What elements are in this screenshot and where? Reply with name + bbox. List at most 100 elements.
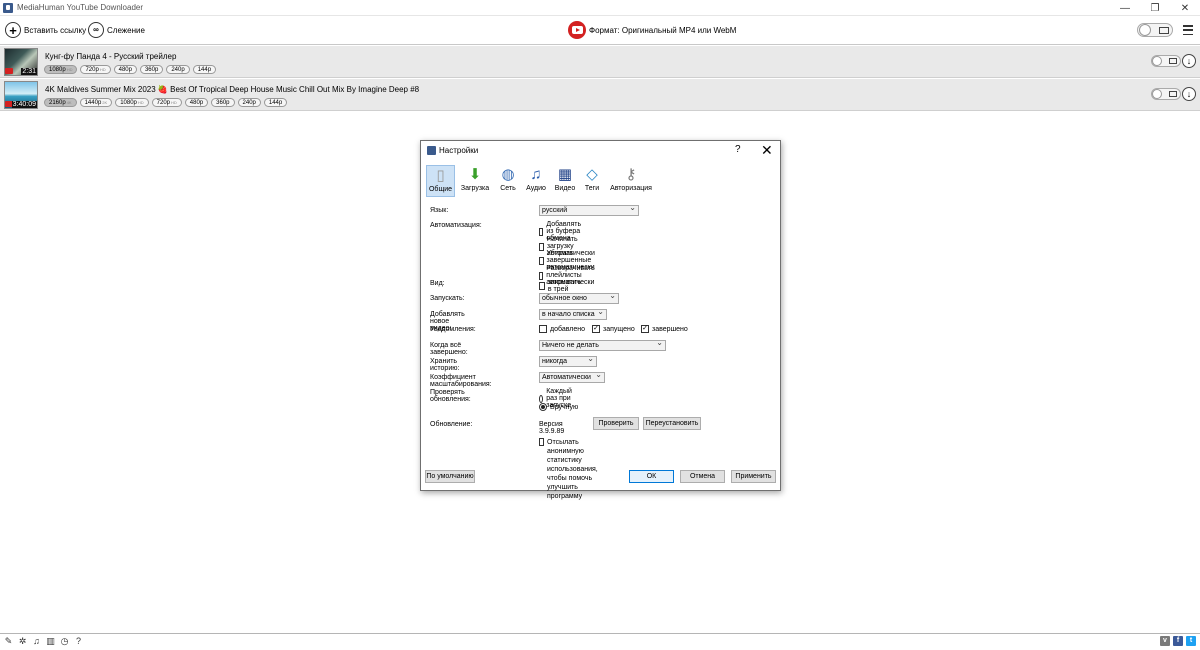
film-icon: [1169, 58, 1177, 64]
download-arrow-icon: ⬇: [468, 166, 482, 183]
film-icon: ▦: [557, 166, 573, 183]
ok-button[interactable]: ОК: [629, 470, 674, 483]
video-row[interactable]: 3:40:09 4K Maldives Summer Mix 2023 🍓 Be…: [0, 79, 1200, 111]
scale-select[interactable]: Автоматически: [539, 370, 605, 383]
folder-icon[interactable]: ▥: [46, 636, 55, 647]
quality-option[interactable]: 1440p 2K: [79, 98, 113, 107]
statistics-line: улучшить программу: [547, 484, 583, 500]
quality-list: 1080p HD 720p HD 480p 360p 240p 144p: [44, 65, 217, 74]
send-statistics-checkbox[interactable]: Отсылать анонимную статистику использова…: [539, 438, 601, 501]
scale-label: Коэффициент масштабирования:: [430, 374, 492, 388]
history-label: Хранить историю:: [430, 358, 460, 372]
automation-label: Автоматизация:: [430, 222, 482, 229]
checkbox-box: ✓: [641, 325, 649, 333]
notifications-label: Уведомления:: [430, 326, 476, 333]
twitter-icon[interactable]: t: [1186, 636, 1196, 646]
vk-icon[interactable]: v: [1160, 636, 1170, 646]
quality-option[interactable]: 1080p HD: [44, 65, 78, 74]
settings-dialog: Настройки ? ✕ ▯ Общие ⬇ Загрузка ◍ Сеть …: [420, 140, 781, 500]
tab-general[interactable]: ▯ Общие: [426, 165, 455, 197]
tab-audio[interactable]: ♫ Аудио: [525, 165, 547, 197]
quality-option[interactable]: 360p: [211, 98, 235, 107]
quality-option[interactable]: 2160p 4K: [44, 98, 77, 107]
download-button[interactable]: ↓: [1182, 54, 1196, 68]
tracking-button[interactable]: ∞ Слежение: [88, 21, 145, 39]
quality-option[interactable]: 144p: [263, 98, 288, 107]
history-select[interactable]: никогда: [539, 354, 597, 367]
tab-tags[interactable]: ◇ Теги: [583, 165, 601, 197]
reinstall-button[interactable]: Переустановить: [643, 417, 701, 430]
notify-added-checkbox[interactable]: добавлено: [539, 325, 585, 333]
restore-button[interactable]: ❐: [1140, 0, 1170, 16]
version-text: Версия 3.9.9.89: [539, 421, 565, 435]
statistics-line: использования, чтобы помочь: [547, 466, 598, 482]
settings-icon[interactable]: ✲: [18, 636, 27, 647]
close-button[interactable]: ✕: [1170, 0, 1200, 16]
row-video-toggle[interactable]: [1151, 55, 1181, 67]
tab-label: Авторизация: [610, 185, 652, 192]
check-update-button[interactable]: Проверить: [593, 417, 639, 430]
video-duration: 2:31: [21, 68, 37, 75]
statusbar-tools: ✎ ✲ ♫ ▥ ◷ ?: [4, 636, 83, 647]
radio-dot: [539, 394, 544, 403]
menu-icon[interactable]: [1183, 25, 1193, 35]
video-row[interactable]: 2:31 Кунг-фу Панда 4 - Русский трейлер 1…: [0, 46, 1200, 78]
row-video-toggle[interactable]: [1151, 88, 1181, 100]
tab-label: Теги: [584, 185, 600, 192]
keys-icon: ⚷: [625, 166, 637, 183]
quality-option[interactable]: 480p: [113, 65, 137, 74]
quality-list: 2160p 4K 1440p 2K 1080p HD 720p HD 480p 360p…: [44, 98, 288, 107]
notify-started-checkbox[interactable]: ✓ запущено: [592, 325, 635, 333]
dialog-close-button[interactable]: ✕: [761, 142, 773, 159]
minimize-tray-checkbox[interactable]: закрывать в трей: [539, 279, 583, 293]
checkbox-box: ✓: [592, 325, 600, 333]
apply-button[interactable]: Применить: [731, 470, 776, 483]
tab-authorization[interactable]: ⚷ Авторизация: [609, 165, 653, 197]
statistics-line: Отсылать анонимную статистику: [547, 439, 584, 464]
help-icon[interactable]: ?: [74, 636, 83, 647]
quality-option[interactable]: 720p HD: [151, 98, 182, 107]
when-done-label: Когда всё завершено:: [430, 342, 468, 356]
video-mode-toggle[interactable]: [1137, 23, 1173, 37]
download-button[interactable]: ↓: [1182, 87, 1196, 101]
radio-dot: [539, 403, 547, 411]
tab-label: Сеть: [500, 185, 516, 192]
checkbox-label: запущено: [603, 325, 635, 333]
checkbox-label: завершено: [652, 325, 688, 333]
paste-link-button[interactable]: + Вставить ссылку: [5, 21, 86, 39]
language-select[interactable]: русский: [539, 203, 639, 216]
quality-option[interactable]: 1080p HD: [115, 98, 149, 107]
clock-icon[interactable]: ◷: [60, 636, 69, 647]
app-icon: [427, 146, 436, 155]
quality-option[interactable]: 144p: [192, 65, 217, 74]
quality-option[interactable]: 720p HD: [80, 65, 111, 74]
checkbox-box: [539, 227, 544, 236]
view-label: Вид:: [430, 280, 445, 287]
checkbox-label: добавлено: [550, 325, 586, 333]
general-icon: ▯: [436, 167, 445, 184]
defaults-button[interactable]: По умолчанию: [425, 470, 475, 483]
when-done-select[interactable]: Ничего не делать: [539, 338, 666, 351]
quality-option[interactable]: 360p: [139, 65, 164, 74]
tab-network[interactable]: ◍ Сеть: [498, 165, 518, 197]
globe-icon: ◍: [501, 166, 515, 183]
toggle-knob: [1139, 24, 1151, 36]
tab-download[interactable]: ⬇ Загрузка: [459, 165, 491, 197]
add-new-select[interactable]: в начало списка: [539, 307, 607, 320]
notify-completed-checkbox[interactable]: ✓ завершено: [641, 325, 688, 333]
launch-select[interactable]: обычное окно: [539, 291, 619, 304]
facebook-icon[interactable]: f: [1173, 636, 1183, 646]
quality-option[interactable]: 240p: [237, 98, 261, 107]
cancel-button[interactable]: Отмена: [680, 470, 725, 483]
minimize-button[interactable]: —: [1110, 0, 1140, 16]
toggle-knob: [1152, 56, 1162, 66]
quality-option[interactable]: 240p: [166, 65, 190, 74]
check-manual-radio[interactable]: Вручную: [539, 403, 578, 411]
edit-icon[interactable]: ✎: [4, 636, 13, 647]
update-label: Обновление:: [430, 421, 473, 428]
help-button[interactable]: ?: [735, 144, 741, 155]
format-button[interactable]: Формат: Оригинальный MP4 или WebM: [568, 21, 736, 39]
quality-option[interactable]: 480p: [184, 98, 209, 107]
tab-video[interactable]: ▦ Видео: [554, 165, 576, 197]
music-note-icon[interactable]: ♫: [32, 636, 41, 647]
